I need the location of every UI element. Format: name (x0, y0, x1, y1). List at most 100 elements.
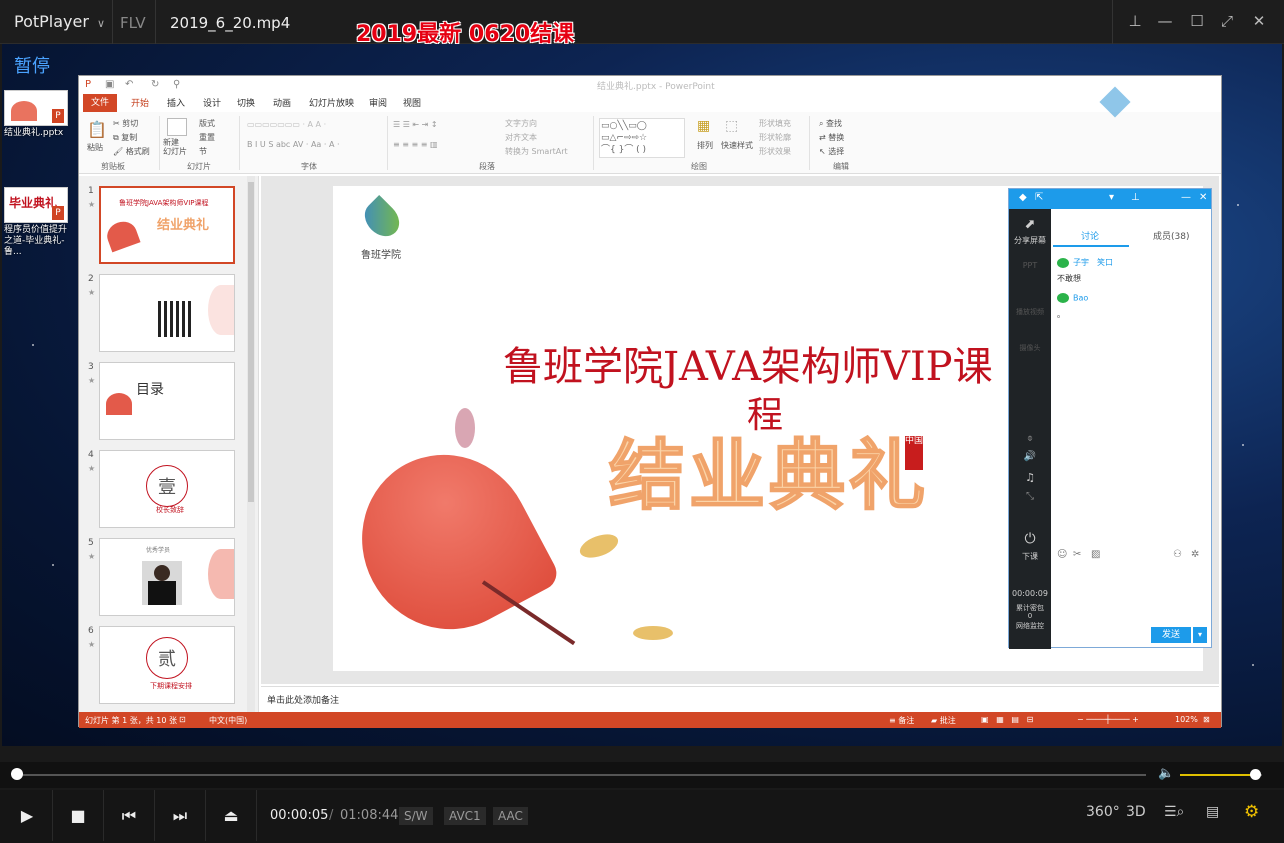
font-format-buttons[interactable]: B I U S abc AV · Aa · A · (247, 140, 340, 149)
align-text-button[interactable]: 对齐文本 (505, 132, 537, 143)
pin-icon[interactable]: ⊥ (1124, 10, 1146, 32)
slide-thumbnail[interactable]: 1 ★ 鲁班学院JAVA架构师VIP课程 结业典礼 (85, 186, 255, 266)
decoder-chip[interactable]: S/W (399, 807, 433, 825)
seek-bar[interactable]: 🔈 (0, 762, 1284, 788)
app-menu-button[interactable]: PotPlayer ∨ (14, 12, 105, 31)
image-icon[interactable]: ▨ (1091, 549, 1100, 560)
previous-icon[interactable]: ⏮ (104, 790, 155, 841)
undo-icon[interactable]: ↶ (125, 79, 133, 90)
list-buttons[interactable]: ☰ ☰ ⇤ ⇥ ↕ (393, 120, 438, 129)
tab-insert[interactable]: 插入 (167, 96, 185, 109)
pin-icon[interactable]: ⊥ (1131, 192, 1140, 203)
chevron-down-icon[interactable]: ▾ (1193, 627, 1207, 643)
slide-thumbnail[interactable]: 5 ★ 优秀学员 (85, 538, 255, 618)
scissors-icon[interactable]: ✂ (1073, 549, 1081, 560)
new-slide-button[interactable]: 新建 幻灯片 (163, 138, 187, 156)
view-buttons[interactable]: ▣ ▦ ▤ ⊟ (981, 715, 1033, 724)
video-area[interactable]: 暂停 P 结业典礼.pptx 毕业典礼 P 程序员价值提升之道-毕业典礼-鲁..… (2, 44, 1282, 746)
emoji-icon[interactable]: ☺ (1057, 549, 1067, 560)
audio-codec-chip[interactable]: AAC (493, 807, 528, 825)
tab-view[interactable]: 视图 (403, 96, 421, 109)
tab-review[interactable]: 审阅 (369, 96, 387, 109)
slide-thumbnail[interactable]: 2 ★ (85, 274, 255, 354)
smartart-button[interactable]: 转换为 SmartArt (505, 146, 568, 157)
tab-home[interactable]: 开始 (131, 96, 149, 109)
redo-icon[interactable]: ↻ (151, 79, 159, 90)
minimize-button[interactable]: — (1154, 10, 1176, 32)
comments-button[interactable]: ▰ 批注 (931, 715, 956, 726)
tab-slideshow[interactable]: 幻灯片放映 (309, 96, 354, 109)
play-icon[interactable]: ▶ (2, 790, 53, 841)
send-button[interactable]: 发送 (1151, 627, 1191, 643)
fit-slide-icon[interactable]: ⊠ (1203, 715, 1210, 724)
save-icon[interactable]: ▣ (105, 79, 114, 90)
search-list-icon[interactable]: ☰⌕ (1164, 804, 1184, 820)
mic-icon[interactable]: ⌽ (1009, 433, 1051, 444)
font-name-box[interactable]: ▭▭▭▭▭▭▭ · A A · (247, 120, 326, 129)
network-monitor[interactable]: 网络监控 (1009, 621, 1051, 631)
360-icon[interactable]: 360° (1086, 804, 1120, 820)
next-icon[interactable]: ⏭ (155, 790, 206, 841)
new-slide-icon[interactable] (167, 118, 187, 136)
fullscreen-button[interactable]: ⤢ (1216, 10, 1238, 32)
slide-thumbnail[interactable]: 3 ★ 目录 (85, 362, 255, 442)
format-painter-button[interactable]: 🖌 格式刷 (113, 146, 150, 157)
share-screen-button[interactable]: 分享屏幕 (1009, 235, 1051, 246)
tab-design[interactable]: 设计 (203, 96, 221, 109)
ppt-button[interactable]: PPT (1009, 261, 1051, 270)
3d-icon[interactable]: 3D (1126, 804, 1146, 820)
shape-outline-button[interactable]: 形状轮廓 (759, 132, 791, 143)
gear-icon[interactable]: ⚙ (1244, 802, 1259, 822)
tab-animations[interactable]: 动画 (273, 96, 291, 109)
chapters-icon[interactable]: ▤ (1206, 804, 1219, 820)
end-class-button[interactable]: 下课 (1009, 551, 1051, 562)
align-buttons[interactable]: ≡ ≡ ≡ ≡ ▥ (393, 140, 438, 149)
arrange-icon[interactable]: ▦ (697, 118, 710, 134)
close-icon[interactable]: ✕ (1199, 192, 1207, 203)
maximize-button[interactable]: ☐ (1186, 10, 1208, 32)
music-icon[interactable]: ♫ (1009, 471, 1051, 484)
tab-transitions[interactable]: 切换 (237, 96, 255, 109)
shapes-gallery[interactable]: ▭○╲╲▭◯ ▭△⌐⇨⇨☆ ⌒{ }⌒ ( ) (599, 118, 685, 158)
tab-members[interactable]: 成员(38) (1153, 229, 1189, 242)
notes-button[interactable]: ≡ 备注 (889, 715, 914, 726)
desktop-icon-pptx[interactable]: P 结业典礼.pptx (4, 90, 70, 139)
text-direction-button[interactable]: 文字方向 (505, 118, 537, 129)
thumbnail-scrollbar[interactable] (247, 176, 255, 712)
tab-file[interactable]: 文件 (83, 94, 117, 112)
slide-thumbnail[interactable]: 6 ★ 贰 下期课程安排 (85, 626, 255, 706)
find-button[interactable]: ⌕ 查找 (819, 118, 842, 129)
video-codec-chip[interactable]: AVC1 (444, 807, 486, 825)
power-icon[interactable]: ⏻ (1009, 531, 1051, 547)
users-icon[interactable]: ⚇ (1173, 549, 1182, 560)
paste-icon[interactable]: 📋 (87, 120, 107, 139)
gear-icon[interactable]: ✲ (1191, 549, 1199, 560)
eject-icon[interactable]: ⏏ (206, 790, 257, 841)
quick-styles-button[interactable]: 快速样式 (721, 140, 753, 151)
pin-icon[interactable]: ◆ (1019, 192, 1027, 203)
copy-button[interactable]: ⧉ 复制 (113, 132, 137, 143)
expand-icon[interactable]: ⤡ (1009, 491, 1051, 502)
reset-button[interactable]: 重置 (199, 132, 215, 143)
tab-discussion[interactable]: 讨论 (1081, 229, 1099, 242)
camera-button[interactable]: 摄像头 (1009, 343, 1051, 353)
shape-effects-button[interactable]: 形状效果 (759, 146, 791, 157)
notes-pane[interactable]: 单击此处添加备注 (261, 686, 1219, 712)
replace-button[interactable]: ⇄ 替换 (819, 132, 844, 143)
paste-button[interactable]: 粘贴 (87, 142, 103, 153)
shape-fill-button[interactable]: 形状填充 (759, 118, 791, 129)
scrollbar-thumb[interactable] (248, 182, 254, 502)
chevron-down-icon[interactable]: ▾ (1109, 192, 1114, 203)
arrange-button[interactable]: 排列 (697, 140, 713, 151)
share-icon[interactable]: ⇱ (1035, 192, 1043, 203)
section-button[interactable]: 节 (199, 146, 207, 157)
speaker-icon[interactable]: 🔊 (1009, 451, 1051, 462)
cut-button[interactable]: ✂ 剪切 (113, 118, 138, 129)
seek-track[interactable] (16, 774, 1146, 776)
zoom-slider[interactable]: − ────┼──── + (1077, 715, 1139, 724)
minimize-icon[interactable]: — (1181, 192, 1191, 203)
volume-icon[interactable]: 🔈 (1158, 766, 1174, 781)
spellcheck-icon[interactable]: ⊡ (179, 715, 186, 724)
quick-styles-icon[interactable]: ⬚ (725, 118, 738, 134)
play-video-button[interactable]: 播放视频 (1009, 307, 1051, 317)
